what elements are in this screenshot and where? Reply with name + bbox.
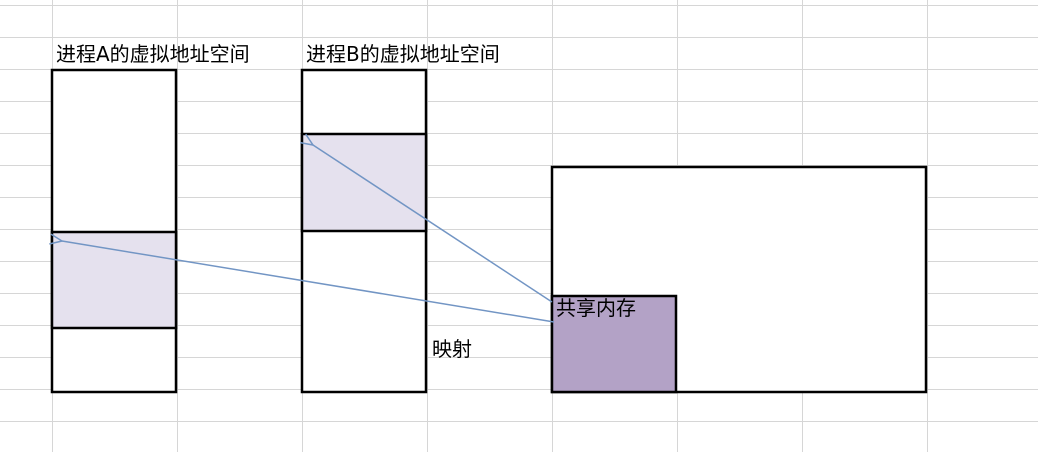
process-a-mapped-region	[50, 230, 178, 330]
process-a-label: 进程A的虚拟地址空间	[56, 42, 250, 66]
process-b-label: 进程B的虚拟地址空间	[306, 42, 500, 66]
diagram-canvas	[0, 0, 1038, 452]
process-a-address-space	[50, 68, 178, 394]
physical-memory	[550, 165, 928, 394]
shared-memory-label: 共享内存	[556, 296, 636, 320]
process-b-mapped-region	[300, 132, 428, 233]
mapping-label: 映射	[432, 337, 472, 361]
process-b-address-space	[300, 68, 428, 394]
